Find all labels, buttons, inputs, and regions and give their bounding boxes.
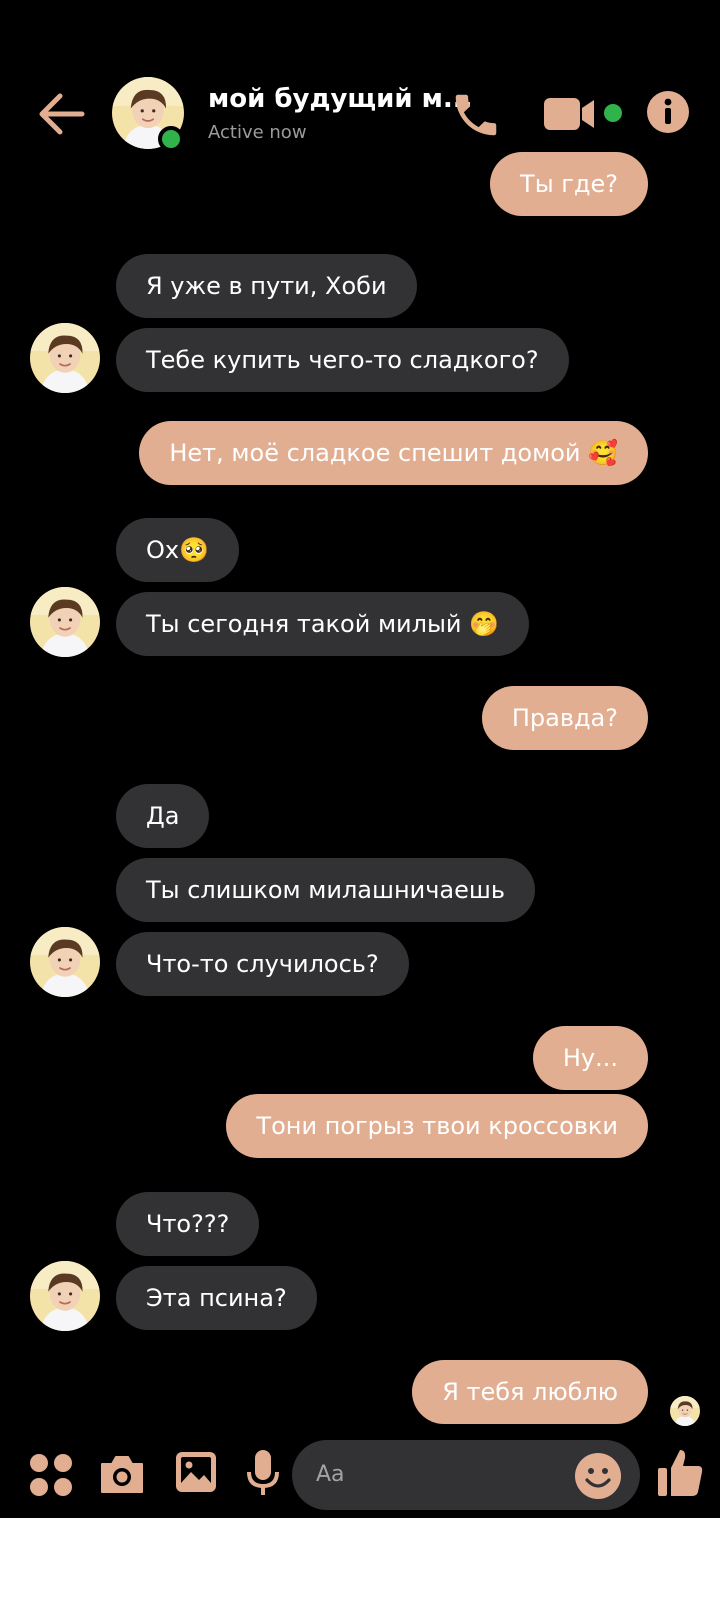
message-bubble-incoming[interactable]: Ты слишком милашничаешь <box>116 858 536 922</box>
message-input-placeholder: Aa <box>316 1462 345 1487</box>
message-bubble-incoming[interactable]: Я уже в пути, Хоби <box>116 254 417 318</box>
phone-icon[interactable] <box>448 88 504 142</box>
message-bubble-outgoing[interactable]: Ты где? <box>490 152 648 216</box>
message-bubble-outgoing[interactable]: Ну... <box>532 1026 648 1090</box>
message-bubble-incoming[interactable]: Тебе купить чего-то сладкого? <box>116 328 569 392</box>
message-bubble-outgoing[interactable]: Я тебя люблю <box>412 1360 648 1424</box>
info-icon[interactable] <box>646 90 690 134</box>
message-bubble-incoming[interactable]: Что??? <box>116 1192 260 1256</box>
contact-name[interactable]: мой будущий м... <box>208 84 473 114</box>
message-bubble-incoming[interactable]: Ох🥺 <box>116 518 239 582</box>
message-bubble-incoming[interactable]: Ты сегодня такой милый 🤭 <box>116 592 530 656</box>
read-receipt-avatar <box>670 1396 700 1426</box>
message-bubble-outgoing[interactable]: Тони погрыз твои кроссовки <box>226 1094 648 1158</box>
apps-grid-icon[interactable] <box>28 1452 74 1498</box>
microphone-icon[interactable] <box>246 1448 280 1498</box>
gallery-icon[interactable] <box>174 1450 218 1494</box>
active-status: Active now <box>208 122 307 143</box>
smiley-icon[interactable] <box>574 1452 622 1500</box>
message-bubble-incoming[interactable]: Что-то случилось? <box>116 932 409 996</box>
message-bubble-outgoing[interactable]: Нет, моё сладкое спешит домой 🥰 <box>139 421 648 485</box>
sender-avatar[interactable] <box>30 587 100 657</box>
message-bubble-incoming[interactable]: Да <box>116 784 210 848</box>
sender-avatar[interactable] <box>30 323 100 393</box>
video-active-dot <box>604 104 622 122</box>
thumbs-up-icon[interactable] <box>656 1446 704 1498</box>
back-arrow-icon[interactable] <box>36 90 88 138</box>
message-bubble-incoming[interactable]: Эта псина? <box>116 1266 317 1330</box>
message-bubble-outgoing[interactable]: Правда? <box>481 686 648 750</box>
sender-avatar[interactable] <box>30 1261 100 1331</box>
camera-icon[interactable] <box>98 1452 146 1496</box>
message-input[interactable]: Aa <box>292 1440 640 1510</box>
video-camera-icon[interactable] <box>544 94 600 134</box>
messenger-screen: мой будущий м... Active now Ты где? Я уж… <box>0 0 720 1518</box>
online-status-dot <box>158 126 184 152</box>
sender-avatar[interactable] <box>30 927 100 997</box>
